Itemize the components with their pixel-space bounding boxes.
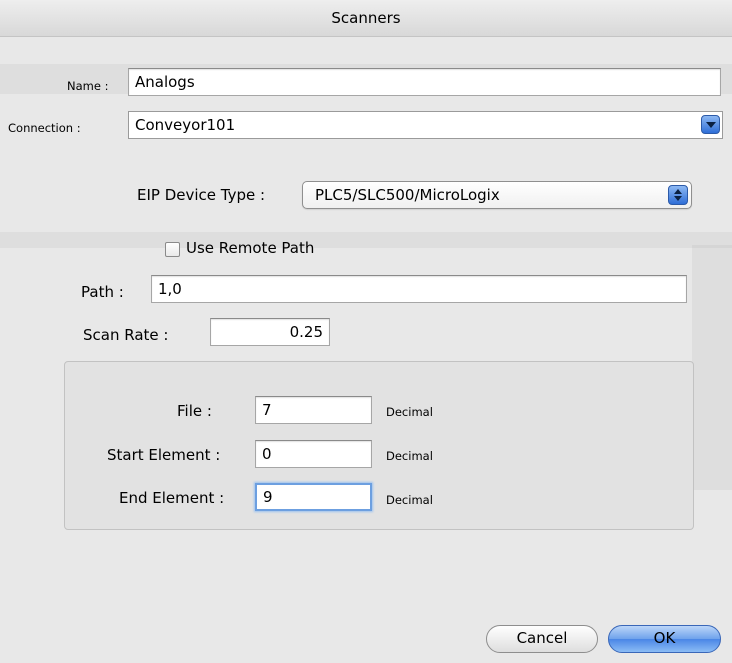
background-band: [0, 232, 732, 248]
name-label: Name :: [67, 79, 109, 93]
file-label: File :: [177, 402, 212, 420]
scan-rate-field[interactable]: 0.25: [210, 318, 330, 346]
connection-combobox[interactable]: Conveyor101: [128, 111, 723, 139]
scanners-dialog: Scanners Name : Analogs Connection : Con…: [0, 0, 732, 663]
connection-value: Conveyor101: [135, 116, 236, 134]
name-field[interactable]: Analogs: [128, 68, 721, 96]
up-down-arrows-icon: [668, 185, 688, 205]
start-element-field[interactable]: 0: [255, 440, 372, 468]
path-label: Path :: [81, 283, 124, 301]
use-remote-path-label[interactable]: Use Remote Path: [186, 239, 314, 257]
end-element-field[interactable]: 9: [255, 483, 372, 511]
background-panel: [692, 245, 732, 490]
end-element-label: End Element :: [119, 489, 225, 507]
cancel-button[interactable]: Cancel: [486, 625, 598, 653]
file-field[interactable]: 7: [255, 396, 372, 424]
file-format-label: Decimal: [386, 405, 433, 419]
start-element-format-label: Decimal: [386, 449, 433, 463]
start-element-label: Start Element :: [107, 446, 221, 464]
end-element-format-label: Decimal: [386, 493, 433, 507]
ok-button[interactable]: OK: [608, 625, 721, 653]
eip-device-type-popup[interactable]: PLC5/SLC500/MicroLogix: [302, 181, 692, 209]
chevron-down-icon[interactable]: [701, 115, 720, 134]
eip-device-type-value: PLC5/SLC500/MicroLogix: [315, 186, 500, 204]
window-title: Scanners: [331, 9, 401, 27]
title-bar: Scanners: [0, 0, 732, 37]
path-field[interactable]: 1,0: [151, 275, 687, 303]
eip-device-type-label: EIP Device Type :: [137, 186, 266, 204]
scan-rate-label: Scan Rate :: [83, 326, 169, 344]
connection-label: Connection :: [8, 121, 81, 135]
use-remote-path-checkbox[interactable]: [165, 242, 180, 257]
